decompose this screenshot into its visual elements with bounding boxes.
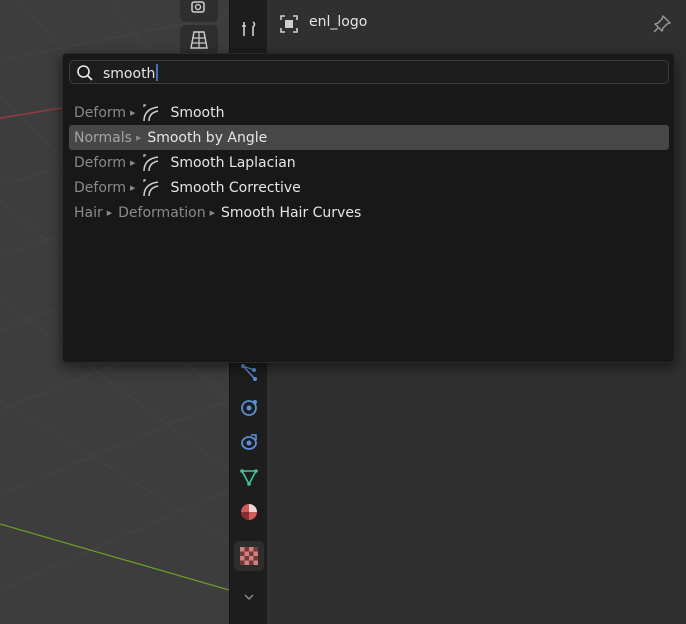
result-label: Smooth Hair Curves [220,204,362,221]
tab-constraints[interactable] [234,427,264,457]
object-icon [280,15,298,33]
ortho-grid-button[interactable] [180,25,218,55]
breadcrumb-arrow-icon: ▶ [130,158,136,167]
particles-icon [241,364,257,381]
tab-scroll-down[interactable] [234,582,264,612]
result-label: Smooth Laplacian [170,154,296,171]
tab-tool[interactable] [234,14,264,44]
breadcrumb-arrow-icon: ▶ [130,108,136,117]
camera-icon [191,1,205,13]
breadcrumb-arrow-icon: ▶ [130,183,136,192]
result-item-smooth[interactable]: Deform ▶ Smooth [69,100,669,125]
constraints-icon [241,434,257,450]
result-item-smooth-laplacian[interactable]: Deform ▶ Smooth Laplacian [69,150,669,175]
result-subcategory: Deformation [118,204,206,221]
tab-texture[interactable] [234,541,264,571]
tab-object-data[interactable] [234,462,264,492]
deform-modifier-icon [143,103,159,121]
tool-icon [242,21,256,36]
result-category: Normals [74,129,132,146]
search-icon [77,65,93,81]
tab-material[interactable] [234,497,264,527]
pin-icon[interactable] [652,14,672,34]
camera-view-button[interactable] [180,0,218,22]
result-item-smooth-corrective[interactable]: Deform ▶ Smooth Corrective [69,175,669,200]
result-label: Smooth [170,104,225,121]
deform-modifier-icon [143,178,159,196]
result-label: Smooth by Angle [147,129,268,146]
breadcrumb-arrow-icon: ▶ [135,133,142,142]
result-label: Smooth Corrective [170,179,301,196]
x-axis-line [0,107,63,119]
tab-physics[interactable] [234,392,264,422]
result-item-smooth-by-angle[interactable]: Normals ▶ Smooth by Angle [69,125,669,150]
breadcrumb-arrow-icon: ▶ [106,208,113,217]
result-item-smooth-hair-curves[interactable]: Hair ▶ Deformation ▶ Smooth Hair Curves [69,200,669,225]
result-category: Deform [74,154,127,171]
chevron-down-icon [244,594,254,600]
result-category: Deform [74,179,127,196]
properties-header: enl_logo [267,0,686,48]
texture-icon [240,547,258,565]
object-name: enl_logo [309,14,368,30]
text-caret [156,64,159,81]
breadcrumb-arrow-icon: ▶ [209,208,215,217]
search-results-list: Deform ▶ Smooth Normals ▶ Smooth by Angl… [69,100,669,225]
result-category: Deform [74,104,127,121]
result-category: Hair [74,204,103,221]
deform-modifier-icon [143,153,159,171]
search-query-text: smooth [103,64,159,82]
grid-perspective-icon [190,31,208,49]
modifier-search-popup: smooth Deform ▶ Smooth Normals ▶ Smooth … [62,53,675,363]
search-input[interactable]: smooth [69,60,669,84]
physics-icon [241,400,257,416]
mesh-data-icon [240,469,258,486]
y-axis-line [0,523,229,591]
material-icon [241,504,257,520]
